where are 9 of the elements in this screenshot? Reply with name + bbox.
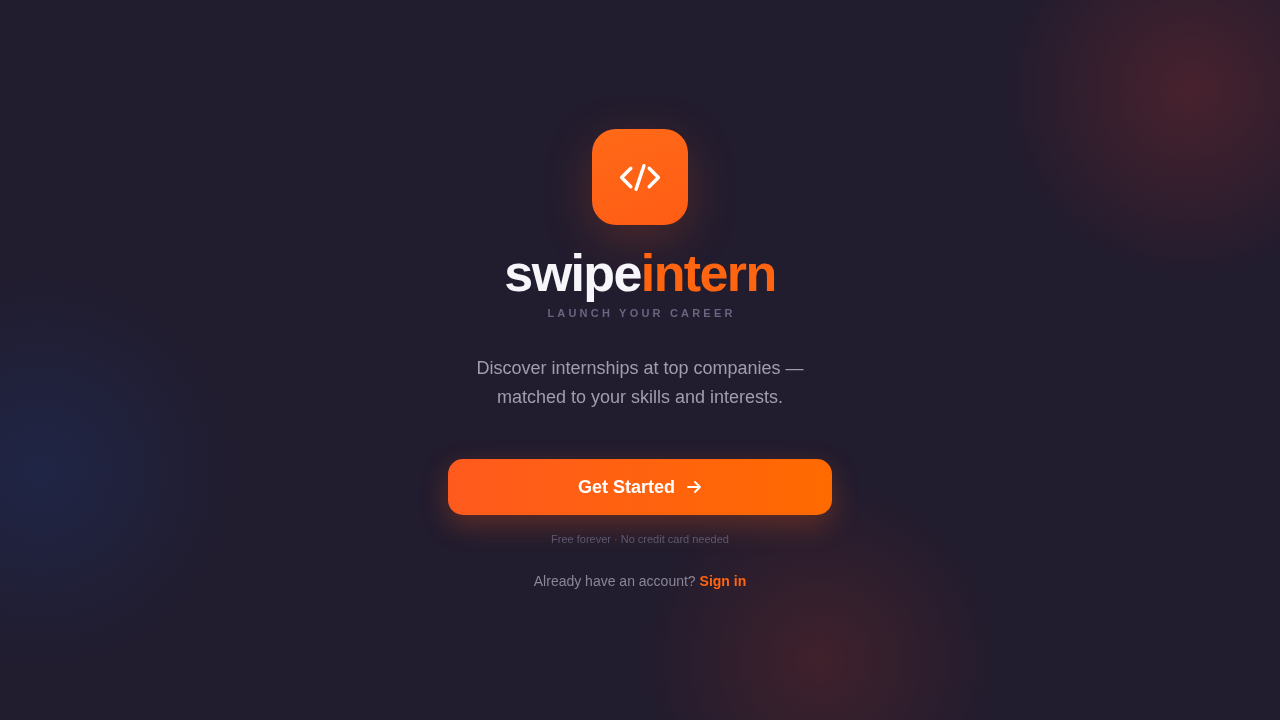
sign-in-prompt: Already have an account? Sign in (533, 572, 747, 591)
code-icon (592, 129, 688, 225)
logo-wordmark: swipeintern (504, 243, 776, 303)
sign-in-link[interactable]: Sign in (699, 573, 747, 589)
description-text: Discover internships at top companies — matched to your skills and interests. (475, 357, 805, 409)
get-started-button[interactable]: Get Started (448, 459, 832, 515)
tagline: LAUNCH YOUR CAREER (546, 306, 736, 321)
arrow-right-icon (686, 479, 702, 495)
note-text: Free forever · No credit card needed (551, 532, 729, 547)
